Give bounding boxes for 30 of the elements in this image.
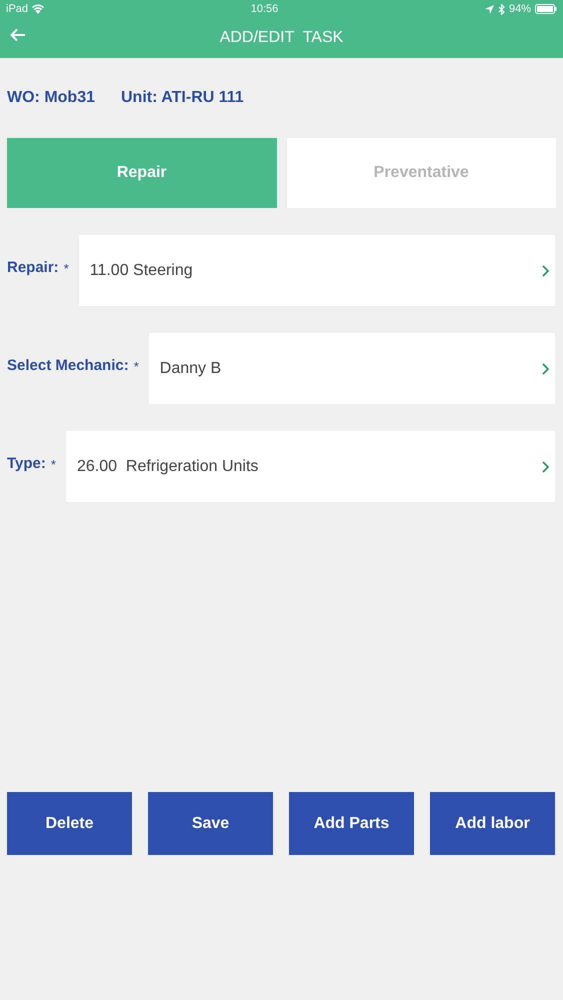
chevron-right-icon bbox=[542, 264, 549, 276]
action-button[interactable]: Save bbox=[148, 792, 273, 855]
field-value: 11.00 Steering bbox=[90, 260, 193, 280]
chevron-right-icon bbox=[542, 362, 549, 374]
action-button[interactable]: Delete bbox=[7, 792, 132, 855]
page-title: ADD/EDIT TASK bbox=[220, 28, 344, 48]
bluetooth-icon bbox=[498, 4, 505, 14]
field-label: Type: bbox=[7, 454, 46, 474]
clock-time: 10:56 bbox=[250, 2, 278, 17]
chevron-right-icon bbox=[542, 460, 549, 472]
select-field[interactable]: Danny B bbox=[148, 333, 555, 404]
info-text: Unit: ATI-RU 111 bbox=[121, 88, 244, 108]
wifi-icon bbox=[32, 4, 44, 14]
required-mark: * bbox=[134, 358, 139, 376]
select-field[interactable]: 26.00 Refrigeration Units bbox=[66, 431, 555, 502]
action-button[interactable]: Add labor bbox=[430, 792, 555, 855]
battery-percent: 94% bbox=[508, 2, 531, 17]
info-text: WO: Mob31 bbox=[7, 88, 95, 108]
action-button[interactable]: Add Parts bbox=[289, 792, 414, 855]
field-value: 26.00 Refrigeration Units bbox=[76, 456, 258, 476]
field-label: Repair: bbox=[7, 258, 59, 278]
field-value: Danny B bbox=[160, 358, 222, 378]
required-mark: * bbox=[50, 456, 56, 474]
battery-icon bbox=[535, 4, 557, 14]
back-arrow-icon[interactable] bbox=[10, 28, 26, 42]
required-mark: * bbox=[64, 260, 69, 278]
location-arrow-icon bbox=[484, 4, 494, 14]
device-name: iPad bbox=[6, 2, 28, 17]
field-label: Select Mechanic: bbox=[7, 356, 129, 376]
select-field[interactable]: 11.00 Steering bbox=[78, 235, 555, 306]
